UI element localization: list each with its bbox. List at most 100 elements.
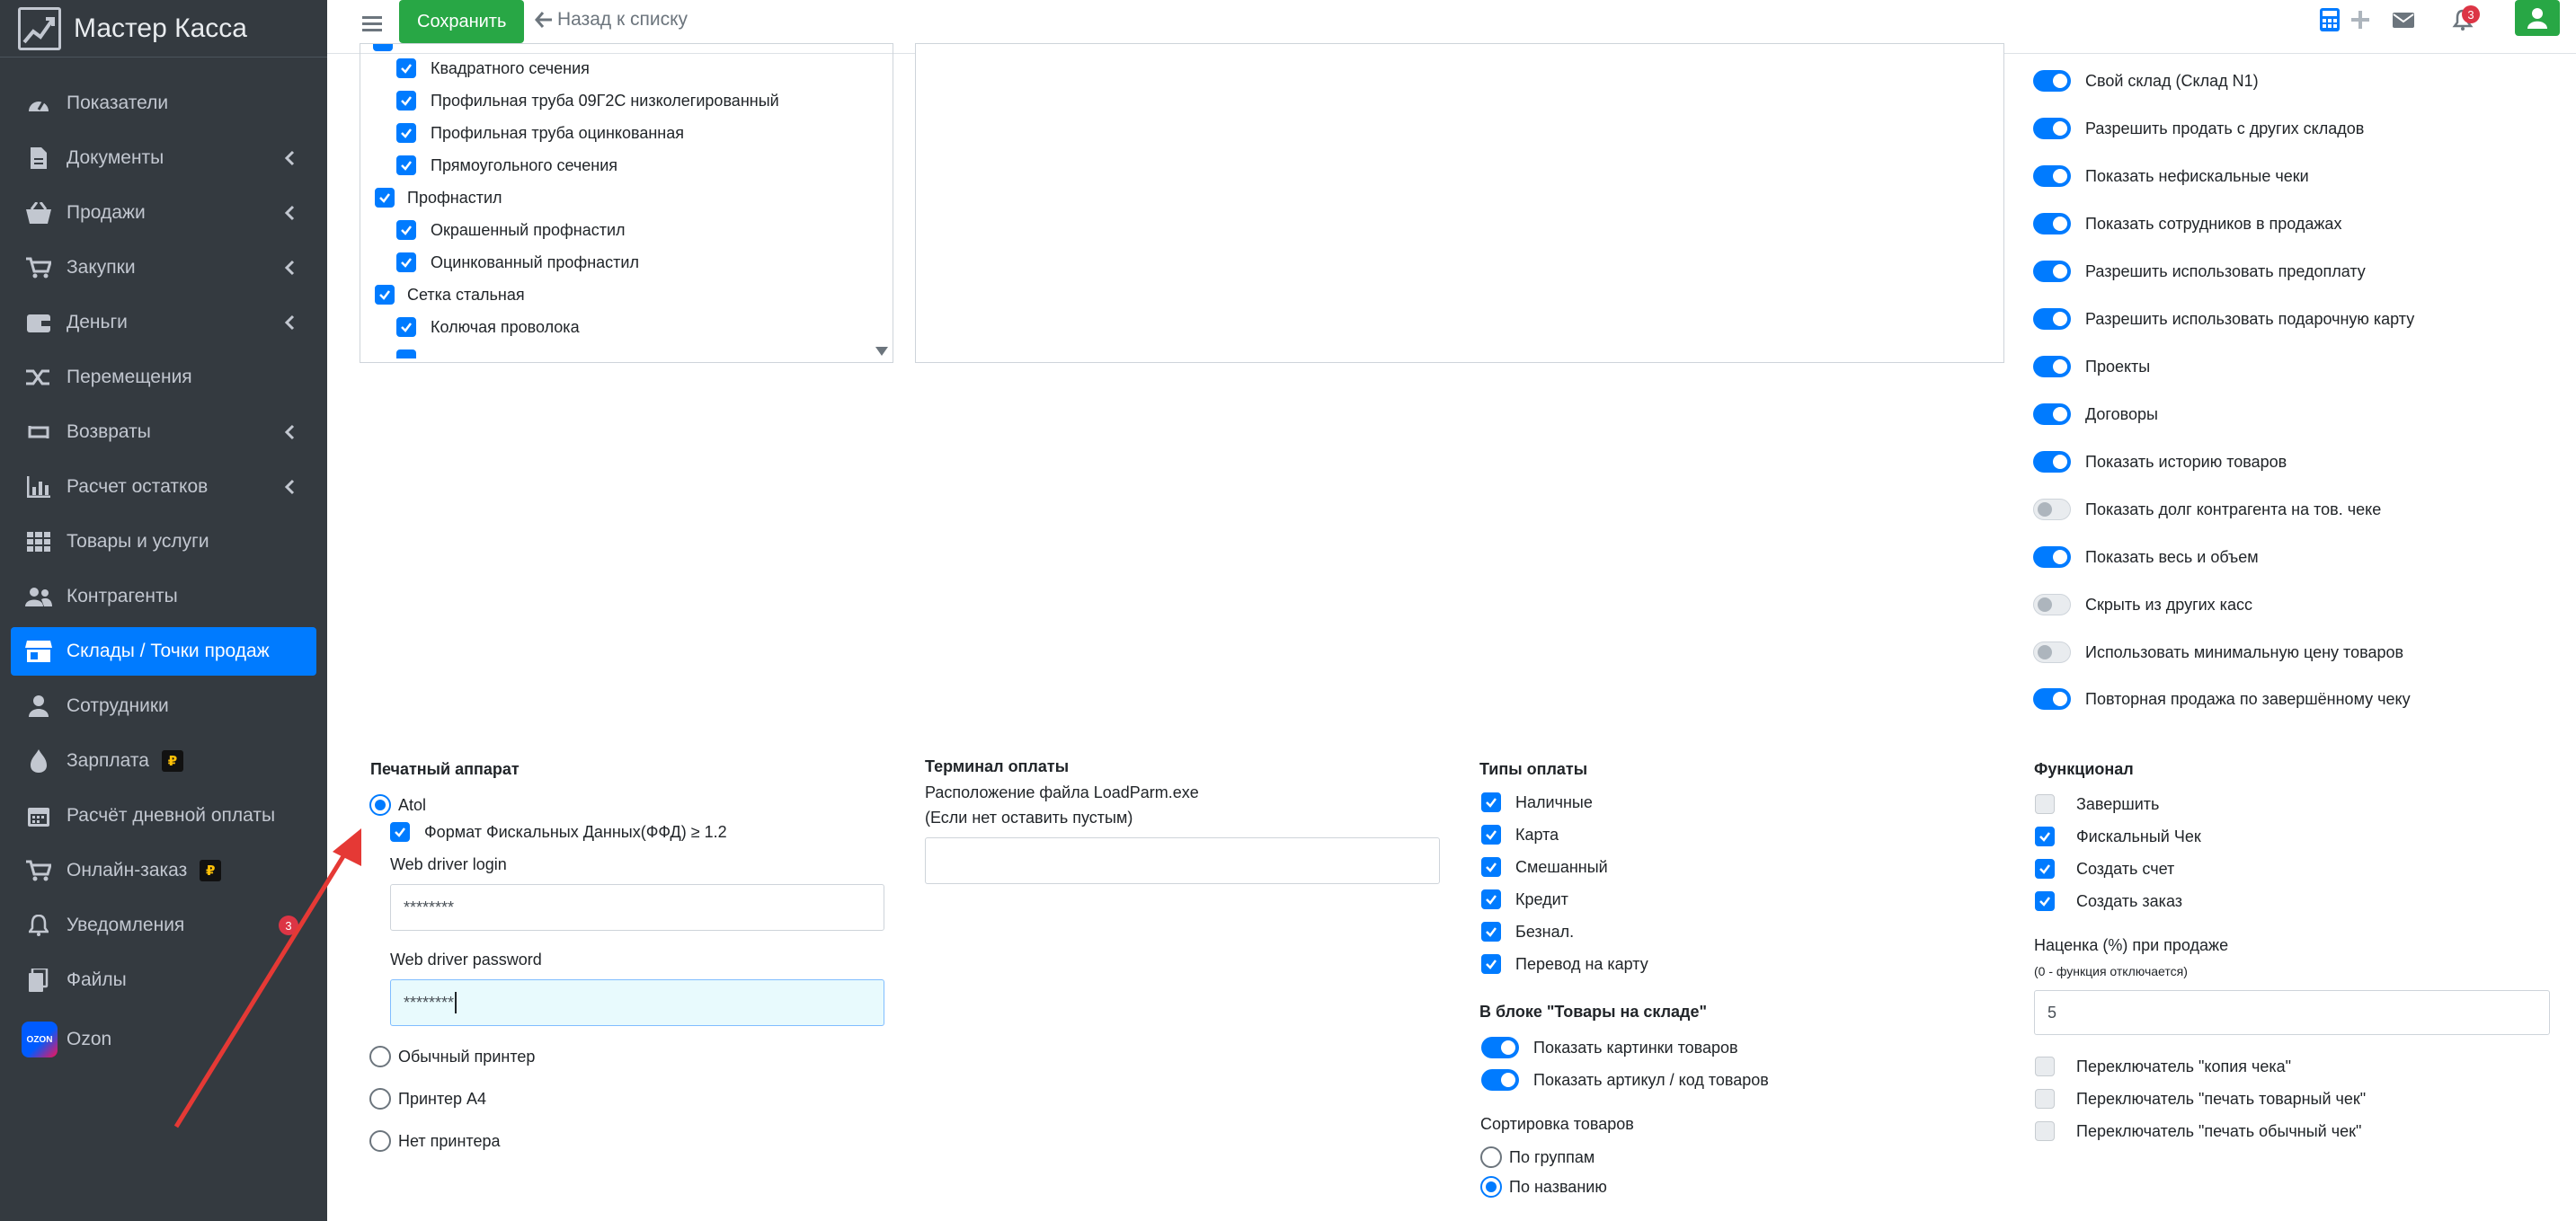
checkbox[interactable] bbox=[396, 317, 416, 337]
printer-option-none[interactable]: Нет принтера bbox=[369, 1130, 500, 1152]
toggle-switch[interactable] bbox=[1481, 1037, 1519, 1058]
scroll-down-icon[interactable] bbox=[875, 346, 889, 357]
functional-complete[interactable]: Завершить bbox=[2035, 794, 2159, 814]
radio-button[interactable] bbox=[369, 1130, 391, 1152]
calculator-icon[interactable] bbox=[2317, 7, 2342, 32]
sidebar-item-transfers[interactable]: Перемещения bbox=[11, 353, 316, 402]
sidebar-item-warehouses[interactable]: Склады / Точки продаж bbox=[11, 627, 316, 676]
toggle-switch[interactable] bbox=[2033, 118, 2071, 139]
hamburger-icon[interactable] bbox=[360, 11, 386, 38]
sidebar-item-products[interactable]: Товары и услуги bbox=[11, 518, 316, 566]
radio-button[interactable] bbox=[1480, 1176, 1502, 1198]
toggle-switch[interactable] bbox=[2033, 356, 2071, 377]
functional-create-invoice[interactable]: Создать счет bbox=[2035, 859, 2174, 879]
checkbox[interactable] bbox=[2035, 827, 2055, 846]
toggle-row[interactable]: Повторная продажа по завершённому чеку bbox=[2033, 688, 2411, 710]
toggle-switch[interactable] bbox=[2033, 546, 2071, 568]
printer-option-a4[interactable]: Принтер A4 bbox=[369, 1088, 486, 1110]
sidebar-item-contractors[interactable]: Контрагенты bbox=[11, 572, 316, 621]
sort-option-groups[interactable]: По группам bbox=[1480, 1146, 1594, 1168]
payment-type-credit[interactable]: Кредит bbox=[1481, 889, 1568, 909]
functional-create-order[interactable]: Создать заказ bbox=[2035, 891, 2182, 911]
checkbox[interactable] bbox=[1481, 825, 1501, 845]
toggle-row[interactable]: Скрыть из других касс bbox=[2033, 594, 2252, 615]
sidebar-item-documents[interactable]: Документы bbox=[11, 134, 316, 182]
toggle-switch[interactable] bbox=[2033, 70, 2071, 92]
tree-item[interactable]: Профнастил bbox=[375, 188, 502, 208]
checkbox[interactable] bbox=[2035, 891, 2055, 911]
checkbox[interactable] bbox=[2035, 1121, 2055, 1141]
toggle-switch[interactable] bbox=[2033, 165, 2071, 187]
description-panel[interactable] bbox=[915, 43, 2004, 363]
printer-option-atol[interactable]: Atol bbox=[369, 794, 426, 816]
sidebar-item-sales[interactable]: Продажи bbox=[11, 189, 316, 237]
payment-type-card-transfer[interactable]: Перевод на карту bbox=[1481, 954, 1648, 974]
printer-option-regular[interactable]: Обычный принтер bbox=[369, 1046, 535, 1067]
plus-icon[interactable] bbox=[2348, 7, 2373, 32]
toggle-switch[interactable] bbox=[2033, 403, 2071, 425]
toggle-row[interactable]: Показать картинки товаров bbox=[1481, 1037, 1738, 1058]
toggle-switch[interactable] bbox=[2033, 451, 2071, 473]
checkbox[interactable] bbox=[1481, 792, 1501, 812]
sidebar-item-indicators[interactable]: Показатели bbox=[11, 79, 316, 128]
toggle-row[interactable]: Показать долг контрагента на тов. чеке bbox=[2033, 499, 2381, 520]
toggle-switch[interactable] bbox=[2033, 261, 2071, 282]
checkbox[interactable] bbox=[2035, 1057, 2055, 1076]
checkbox[interactable] bbox=[396, 155, 416, 175]
checkbox[interactable] bbox=[396, 252, 416, 272]
toggle-row[interactable]: Показать нефискальные чеки bbox=[2033, 165, 2309, 187]
checkbox[interactable] bbox=[1481, 889, 1501, 909]
tree-item-partial-checkbox[interactable] bbox=[373, 44, 393, 51]
toggle-row[interactable]: Показать артикул / код товаров bbox=[1481, 1069, 1769, 1091]
envelope-icon[interactable] bbox=[2391, 7, 2416, 32]
functional-fiscal-receipt[interactable]: Фискальный Чек bbox=[2035, 827, 2201, 846]
ffd-option[interactable]: Формат Фискальных Данных(ФФД) ≥ 1.2 bbox=[390, 822, 727, 842]
sidebar-item-money[interactable]: Деньги bbox=[11, 298, 316, 347]
toggle-switch[interactable] bbox=[2033, 688, 2071, 710]
toggle-switch[interactable] bbox=[2033, 308, 2071, 330]
payment-type-card[interactable]: Карта bbox=[1481, 825, 1559, 845]
payment-type-cashless[interactable]: Безнал. bbox=[1481, 922, 1574, 942]
sidebar-item-returns[interactable]: Возвраты bbox=[11, 408, 316, 456]
tree-item[interactable]: Сетка стальная bbox=[375, 285, 525, 305]
checkbox[interactable] bbox=[1481, 922, 1501, 942]
checkbox[interactable] bbox=[1481, 857, 1501, 877]
payment-type-cash[interactable]: Наличные bbox=[1481, 792, 1593, 812]
brand[interactable]: Мастер Касса bbox=[0, 0, 327, 58]
toggle-switch[interactable] bbox=[2033, 499, 2071, 520]
toggle-switch[interactable] bbox=[2033, 213, 2071, 234]
checkbox[interactable] bbox=[396, 58, 416, 78]
user-menu-button[interactable] bbox=[2515, 0, 2560, 36]
checkbox[interactable] bbox=[2035, 859, 2055, 879]
web-driver-password-input[interactable]: ******** bbox=[390, 979, 884, 1026]
tree-item[interactable]: Прямоугольного сечения bbox=[396, 155, 617, 175]
radio-button[interactable] bbox=[1480, 1146, 1502, 1168]
toggle-row[interactable]: Свой склад (Склад N1) bbox=[2033, 70, 2259, 92]
toggle-row[interactable]: Разрешить продать с других складов bbox=[2033, 118, 2364, 139]
toggle-switch[interactable] bbox=[2033, 641, 2071, 663]
toggle-switch[interactable] bbox=[1481, 1069, 1519, 1091]
tree-item[interactable]: Профильная труба оцинкованная bbox=[396, 123, 684, 143]
markup-input[interactable]: 5 bbox=[2034, 990, 2550, 1035]
checkbox[interactable] bbox=[1481, 954, 1501, 974]
checkbox[interactable] bbox=[375, 188, 395, 208]
back-to-list-link[interactable]: Назад к списку bbox=[534, 9, 688, 31]
toggle-switch[interactable] bbox=[2033, 594, 2071, 615]
sidebar-item-employees[interactable]: Сотрудники bbox=[11, 682, 316, 730]
tree-item[interactable]: Окрашенный профнастил bbox=[396, 220, 626, 240]
toggle-row[interactable]: Показать весь и объем bbox=[2033, 546, 2259, 568]
payment-type-mixed[interactable]: Смешанный bbox=[1481, 857, 1608, 877]
terminal-path-input[interactable] bbox=[925, 837, 1440, 884]
checkbox[interactable] bbox=[396, 91, 416, 111]
checkbox[interactable] bbox=[2035, 794, 2055, 814]
toggle-row[interactable]: Показать историю товаров bbox=[2033, 451, 2287, 473]
toggle-row[interactable]: Показать сотрудников в продажах bbox=[2033, 213, 2341, 234]
tree-item[interactable]: Профильная труба 09Г2С низколегированный bbox=[396, 91, 779, 111]
tree-item[interactable]: Колючая проволока bbox=[396, 317, 580, 337]
category-tree[interactable]: Квадратного сечения Профильная труба 09Г… bbox=[360, 43, 893, 363]
checkbox[interactable] bbox=[396, 220, 416, 240]
toggle-row[interactable]: Разрешить использовать подарочную карту bbox=[2033, 308, 2414, 330]
toggle-row[interactable]: Использовать минимальную цену товаров bbox=[2033, 641, 2403, 663]
switch-receipt-copy[interactable]: Переключатель "копия чека" bbox=[2035, 1057, 2291, 1076]
switch-print-sales-receipt[interactable]: Переключатель "печать товарный чек" bbox=[2035, 1089, 2366, 1109]
